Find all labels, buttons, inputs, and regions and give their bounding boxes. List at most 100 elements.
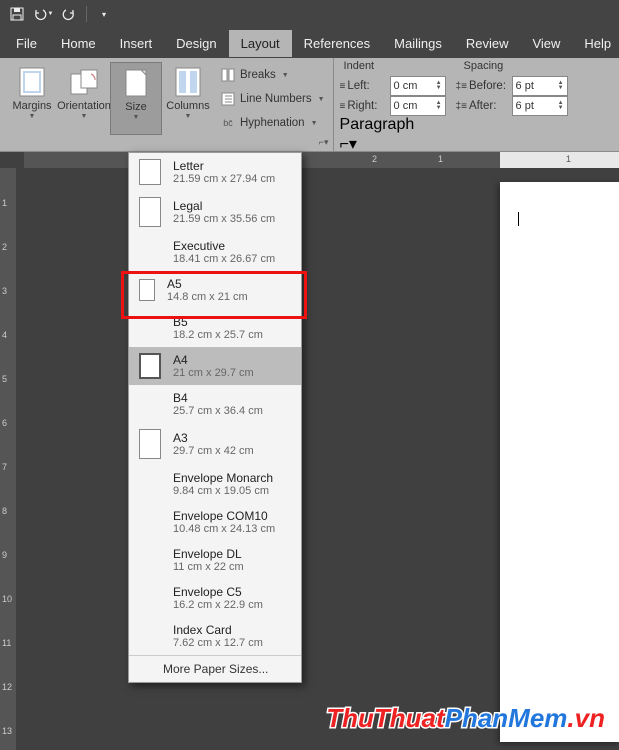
size-name: B5 xyxy=(173,315,263,329)
page-setup-dialog-launcher[interactable]: ⌐▾ xyxy=(319,137,329,148)
ruler-tick: 10 xyxy=(2,594,12,604)
size-name: A5 xyxy=(167,277,248,291)
indent-left-icon: ≡ xyxy=(340,81,346,92)
size-option-letter[interactable]: Letter21.59 cm x 27.94 cm xyxy=(129,153,301,191)
spacing-before-icon: ‡≡ xyxy=(456,81,467,92)
size-dim: 18.41 cm x 26.67 cm xyxy=(173,253,275,265)
indent-right-input[interactable]: 0 cm ▲▼ xyxy=(390,96,446,116)
spinner-arrows-icon[interactable]: ▲▼ xyxy=(436,101,442,111)
document-area: 2 1 1 1 2 3 4 5 6 7 8 9 10 11 12 13 xyxy=(0,152,619,750)
breaks-button[interactable]: Breaks ▼ xyxy=(216,64,329,86)
spacing-before-input[interactable]: 6 pt ▲▼ xyxy=(512,76,568,96)
size-dropdown-menu: Letter21.59 cm x 27.94 cm Legal21.59 cm … xyxy=(128,152,302,683)
spacing-after-input[interactable]: 6 pt ▲▼ xyxy=(512,96,568,116)
indent-left-label: ≡ Left: xyxy=(340,80,386,92)
paragraph-dialog-launcher[interactable]: ⌐▾ xyxy=(340,134,613,154)
size-option-index-card[interactable]: Index Card7.62 cm x 12.7 cm xyxy=(129,617,301,655)
ruler-page-zone xyxy=(500,152,619,168)
ruler-tick: 9 xyxy=(2,550,7,560)
undo-icon[interactable]: ▼ xyxy=(32,3,54,25)
menu-bar: File Home Insert Design Layout Reference… xyxy=(0,28,619,58)
size-option-executive[interactable]: Executive18.41 cm x 26.67 cm xyxy=(129,233,301,271)
save-icon[interactable] xyxy=(6,3,28,25)
chevron-down-icon: ▼ xyxy=(318,96,325,103)
size-dim: 9.84 cm x 19.05 cm xyxy=(173,485,273,497)
columns-button[interactable]: Columns ▼ xyxy=(162,62,214,135)
menu-view[interactable]: View xyxy=(520,30,572,57)
ruler-tick: 3 xyxy=(2,286,7,296)
qat-customize-icon[interactable]: ▾ xyxy=(93,3,115,25)
ruler-tick: 2 xyxy=(2,242,7,252)
size-name: Executive xyxy=(173,239,275,253)
page-thumb-icon xyxy=(139,429,161,459)
more-paper-sizes[interactable]: More Paper Sizes... xyxy=(129,655,301,682)
indent-left-input[interactable]: 0 cm ▲▼ xyxy=(390,76,446,96)
size-dim: 25.7 cm x 36.4 cm xyxy=(173,405,263,417)
ruler-tick: 4 xyxy=(2,330,7,340)
hyphenation-icon: bc̄ xyxy=(220,115,236,131)
size-name: B4 xyxy=(173,391,263,405)
size-option-b4[interactable]: B425.7 cm x 36.4 cm xyxy=(129,385,301,423)
spacing-before-value: 6 pt xyxy=(516,80,534,92)
spinner-arrows-icon[interactable]: ▲▼ xyxy=(558,101,564,111)
ruler-tick: 7 xyxy=(2,462,7,472)
menu-references[interactable]: References xyxy=(292,30,382,57)
vertical-ruler[interactable]: 1 2 3 4 5 6 7 8 9 10 11 12 13 xyxy=(0,168,16,750)
size-option-env-com10[interactable]: Envelope COM1010.48 cm x 24.13 cm xyxy=(129,503,301,541)
redo-icon[interactable] xyxy=(58,3,80,25)
size-option-env-c5[interactable]: Envelope C516.2 cm x 22.9 cm xyxy=(129,579,301,617)
indent-left-value: 0 cm xyxy=(394,80,418,92)
chevron-down-icon: ▼ xyxy=(311,120,318,127)
horizontal-ruler[interactable]: 2 1 1 xyxy=(24,152,619,168)
size-option-env-dl[interactable]: Envelope DL11 cm x 22 cm xyxy=(129,541,301,579)
menu-layout[interactable]: Layout xyxy=(229,30,292,57)
ruler-tick: 12 xyxy=(2,682,12,692)
menu-file[interactable]: File xyxy=(4,30,49,57)
orientation-icon xyxy=(68,66,100,98)
document-page[interactable] xyxy=(500,182,619,742)
menu-mailings[interactable]: Mailings xyxy=(382,30,454,57)
size-name: Index Card xyxy=(173,623,263,637)
page-thumb-icon xyxy=(139,197,161,227)
size-option-legal[interactable]: Legal21.59 cm x 35.56 cm xyxy=(129,191,301,233)
size-name: Legal xyxy=(173,199,275,213)
spacing-after-icon: ‡≡ xyxy=(456,101,467,112)
chevron-down-icon: ▼ xyxy=(29,113,36,120)
size-dim: 21.59 cm x 27.94 cm xyxy=(173,173,275,185)
hyphenation-button[interactable]: bc̄ Hyphenation ▼ xyxy=(216,112,329,134)
menu-help[interactable]: Help xyxy=(572,30,619,57)
menu-review[interactable]: Review xyxy=(454,30,521,57)
size-button[interactable]: Size ▼ xyxy=(110,62,162,135)
spinner-arrows-icon[interactable]: ▲▼ xyxy=(558,81,564,91)
size-option-a5[interactable]: A514.8 cm x 21 cm xyxy=(129,271,301,309)
size-dim: 21 cm x 29.7 cm xyxy=(173,367,254,379)
menu-design[interactable]: Design xyxy=(164,30,228,57)
size-option-env-monarch[interactable]: Envelope Monarch9.84 cm x 19.05 cm xyxy=(129,465,301,503)
menu-insert[interactable]: Insert xyxy=(108,30,165,57)
word-app: ▼ ▾ File Home Insert Design Layout Refer… xyxy=(0,0,619,750)
orientation-button[interactable]: Orientation ▼ xyxy=(58,62,110,135)
spinner-arrows-icon[interactable]: ▲▼ xyxy=(436,81,442,91)
ribbon-layout: Margins ▼ Orientation ▼ Size ▼ xyxy=(0,58,619,152)
ruler-tick: 6 xyxy=(2,418,7,428)
size-option-b5[interactable]: B518.2 cm x 25.7 cm xyxy=(129,309,301,347)
menu-home[interactable]: Home xyxy=(49,30,108,57)
size-label: Size xyxy=(125,101,146,113)
size-dim: 18.2 cm x 25.7 cm xyxy=(173,329,263,341)
indent-right-value: 0 cm xyxy=(394,100,418,112)
line-numbers-icon xyxy=(220,91,236,107)
indent-right-icon: ≡ xyxy=(340,101,346,112)
columns-icon xyxy=(172,66,204,98)
margins-button[interactable]: Margins ▼ xyxy=(6,62,58,135)
size-name: Letter xyxy=(173,159,275,173)
spacing-after-label: ‡≡ After: xyxy=(456,100,508,112)
indent-header: Indent xyxy=(340,60,460,72)
quick-access-toolbar: ▼ ▾ xyxy=(0,0,619,28)
line-numbers-button[interactable]: Line Numbers ▼ xyxy=(216,88,329,110)
size-name: Envelope Monarch xyxy=(173,471,273,485)
margins-label: Margins xyxy=(12,100,51,112)
size-option-a4[interactable]: A421 cm x 29.7 cm xyxy=(129,347,301,385)
size-option-a3[interactable]: A329.7 cm x 42 cm xyxy=(129,423,301,465)
size-name: A3 xyxy=(173,431,254,445)
breaks-label: Breaks xyxy=(240,69,276,81)
